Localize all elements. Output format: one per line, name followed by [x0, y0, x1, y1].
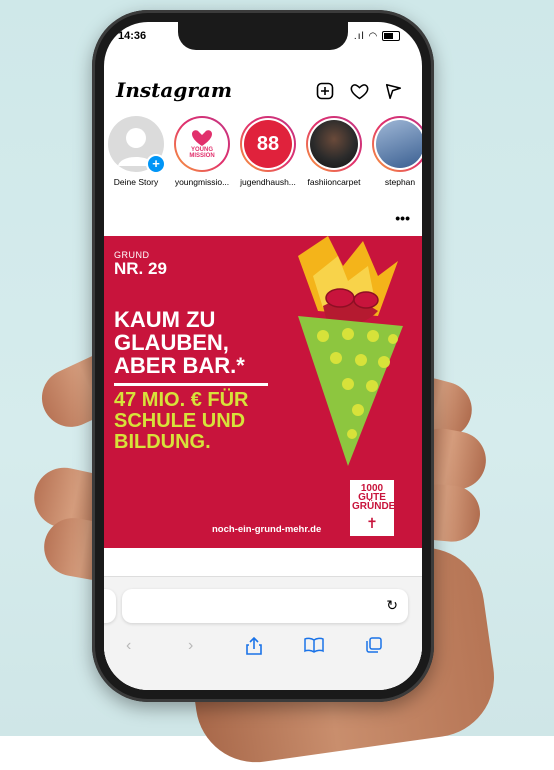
- notch: [178, 22, 348, 50]
- post-url: noch-ein-grund-mehr.de: [212, 524, 322, 535]
- post-more-button[interactable]: •••: [395, 210, 410, 226]
- avatar-youngmission: YOUNG MISSION: [178, 120, 226, 168]
- new-post-icon[interactable]: [314, 80, 336, 102]
- heart-icon[interactable]: [348, 80, 370, 102]
- send-icon[interactable]: [382, 80, 404, 102]
- status-time: 14:36: [118, 30, 147, 42]
- previous-address-bar[interactable]: [104, 589, 116, 623]
- story-label: Deine Story: [113, 177, 159, 187]
- school-cone-illustration: [298, 236, 403, 466]
- instagram-header: Instagram: [104, 74, 422, 112]
- safari-toolbar: ↻ ‹ ›: [104, 576, 422, 690]
- story-label: youngmissio...: [174, 177, 230, 187]
- share-icon[interactable]: [246, 636, 262, 660]
- tabs-icon[interactable]: [366, 637, 382, 658]
- address-bar[interactable]: ↻: [122, 589, 408, 623]
- forward-icon[interactable]: ›: [188, 637, 193, 655]
- phone-screen: 14:36 .ıl ◠ Instagram + Deine Story YOUN…: [104, 22, 422, 690]
- story-youngmission[interactable]: YOUNG MISSION youngmissio...: [170, 116, 234, 187]
- battery-icon: [382, 31, 400, 42]
- post-image[interactable]: GRUND NR. 29 KAUM ZU GLAUBEN, ABER BAR.*…: [104, 236, 422, 548]
- story-stephan[interactable]: stephan: [368, 116, 422, 187]
- avatar-photo: [376, 120, 422, 168]
- status-icons: .ıl ◠: [354, 31, 400, 42]
- bookmarks-icon[interactable]: [304, 637, 324, 658]
- story-own[interactable]: + Deine Story: [104, 116, 168, 187]
- instagram-logo[interactable]: Instagram: [116, 78, 232, 102]
- avatar-logo-text: 88: [256, 132, 280, 155]
- signal-icon: .ıl: [353, 31, 365, 42]
- avatar-logo-text: YOUNG MISSION: [189, 147, 215, 159]
- avatar-jugendhaus: 88: [244, 120, 292, 168]
- stories-bar: + Deine Story YOUNG MISSION youngmissio.…: [104, 116, 422, 206]
- post-headline: KAUM ZU GLAUBEN, ABER BAR.*: [114, 307, 245, 378]
- back-icon[interactable]: ‹: [126, 637, 131, 655]
- story-label: fashiioncarpet: [307, 177, 361, 187]
- add-story-icon[interactable]: +: [146, 154, 166, 174]
- post-number: NR. 29: [114, 259, 167, 278]
- story-label: jugendhaush...: [240, 177, 296, 187]
- story-jugendhaus[interactable]: 88 jugendhaush...: [236, 116, 300, 187]
- avatar-photo: [310, 120, 358, 168]
- story-fashiioncarpet[interactable]: fashiioncarpet: [302, 116, 366, 187]
- story-label: stephan: [384, 177, 416, 187]
- reload-icon[interactable]: ↻: [386, 597, 398, 614]
- gute-gruende-badge: 1000 GUTE GRÜNDE ✝: [350, 480, 396, 536]
- wifi-icon: ◠: [368, 31, 379, 42]
- headline-underline: [114, 383, 268, 386]
- badge-text: 1000 GUTE GRÜNDE: [352, 483, 396, 512]
- cross-icon: ✝: [366, 515, 378, 531]
